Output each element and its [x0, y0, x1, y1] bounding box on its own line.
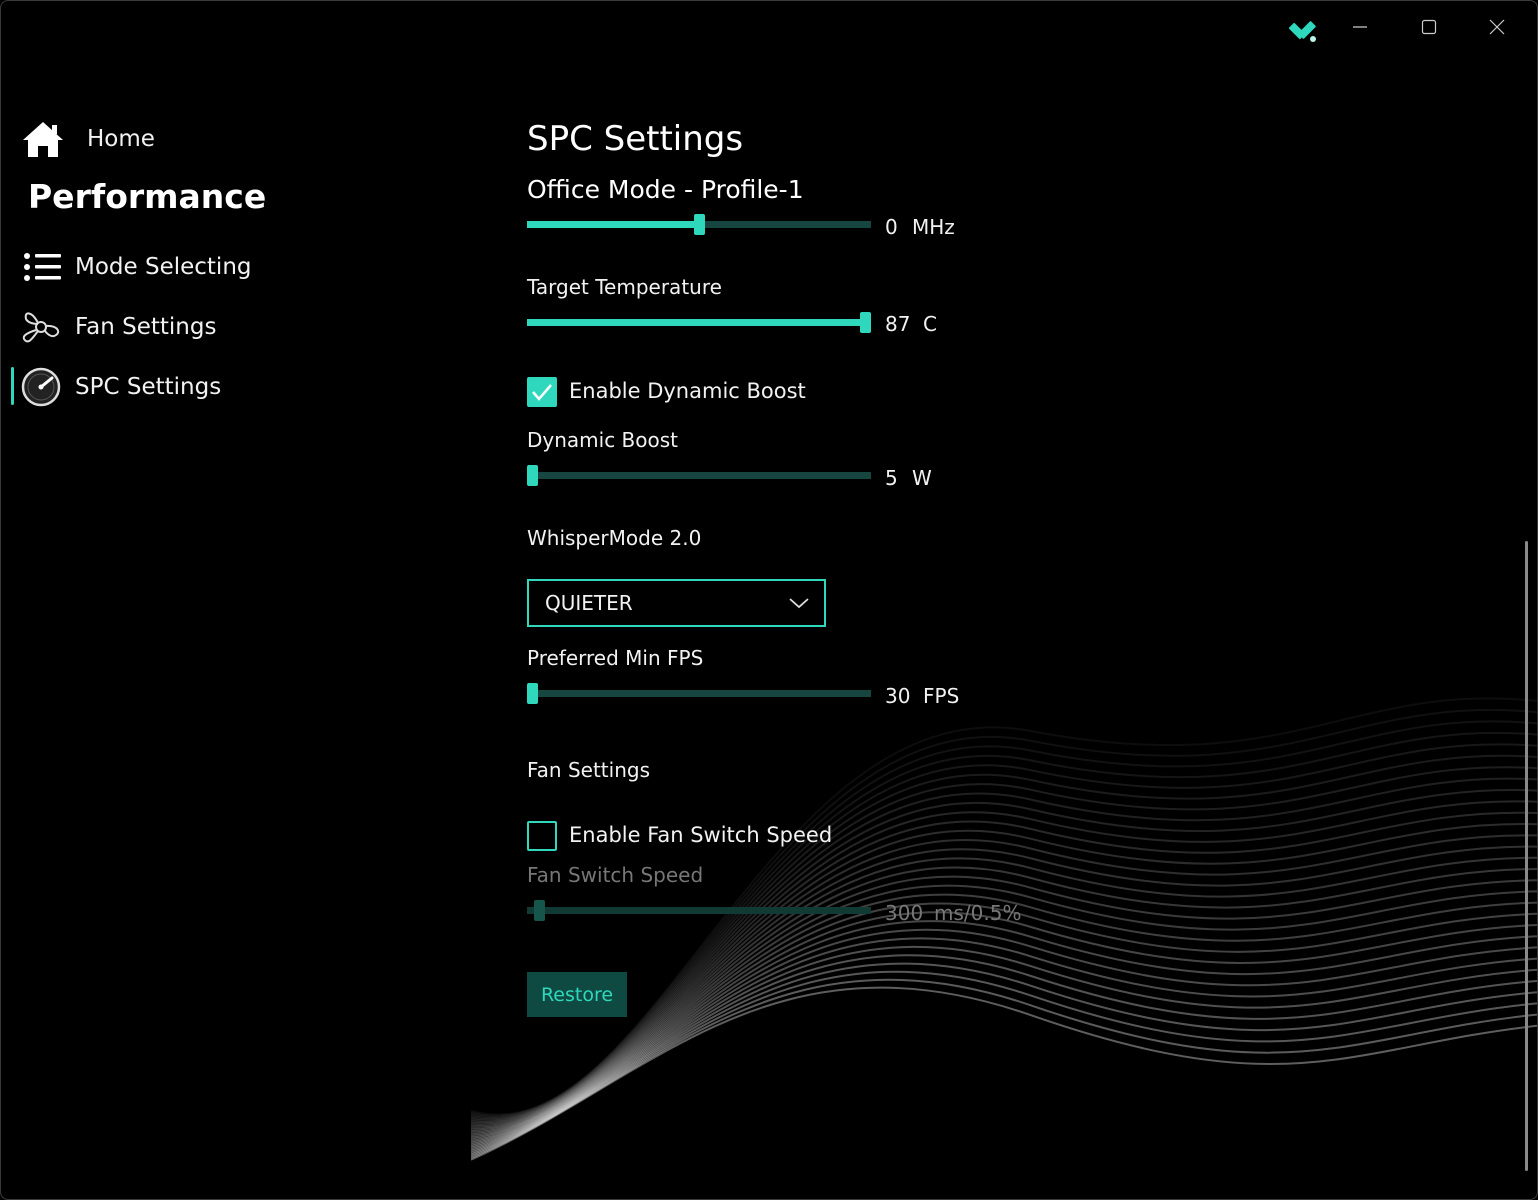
fan-switch-speed-unit: ms/0.5% — [934, 901, 1022, 925]
slider-thumb[interactable] — [527, 465, 538, 486]
preferred-min-fps-value: 30 — [885, 684, 911, 708]
dynamic-boost-label: Dynamic Boost — [527, 428, 679, 452]
sidebar-item-label: Home — [87, 126, 155, 152]
whisper-mode-label: WhisperMode 2.0 — [527, 526, 702, 550]
target-temperature-label: Target Temperature — [527, 275, 722, 299]
slider-fill — [527, 221, 699, 228]
maximize-icon — [1421, 19, 1437, 35]
slider-track — [527, 907, 871, 914]
target-temperature-unit: C — [923, 312, 937, 336]
wave-line — [471, 845, 1537, 1134]
dropdown-selected-value: QUIETER — [545, 591, 633, 615]
sidebar-item-fan-settings[interactable]: Fan Settings — [15, 303, 216, 351]
slider-thumb[interactable] — [533, 900, 545, 921]
fan-switch-speed-value: 300 — [885, 901, 924, 925]
sidebar-item-label: Fan Settings — [75, 314, 217, 340]
wave-line — [471, 800, 1537, 1128]
slider-track — [527, 472, 871, 479]
wrench-screwdriver-icon — [1288, 15, 1321, 45]
page-title: SPC Settings — [527, 119, 744, 159]
enable-fan-switch-speed-checkbox[interactable] — [527, 821, 557, 851]
section-title: Performance — [28, 177, 267, 216]
clock-offset-unit: MHz — [912, 215, 955, 239]
sidebar-item-mode-selecting[interactable]: Mode Selecting — [15, 243, 252, 291]
enable-dynamic-boost-label: Enable Dynamic Boost — [569, 379, 806, 403]
whisper-mode-dropdown[interactable]: QUIETER — [527, 579, 826, 627]
close-icon — [1489, 19, 1505, 35]
selected-indicator — [11, 367, 14, 405]
checkmark-icon — [532, 384, 552, 401]
restore-button[interactable]: Restore — [527, 972, 627, 1017]
sidebar-item-home[interactable]: Home — [17, 115, 155, 163]
slider-fill — [527, 319, 866, 326]
dynamic-boost-unit: W — [912, 466, 932, 490]
sidebar-item-spc-settings[interactable]: SPC Settings — [15, 363, 221, 411]
app-window: Home Performance Mode Selecting Fan Sett… — [0, 0, 1538, 1200]
sidebar-item-label: SPC Settings — [75, 374, 222, 400]
scrollbar[interactable] — [1525, 541, 1528, 1171]
list-icon — [15, 245, 67, 289]
clock-offset-slider[interactable] — [527, 214, 871, 236]
close-button[interactable] — [1474, 9, 1520, 45]
maximize-button[interactable] — [1406, 9, 1452, 45]
fan-icon — [15, 305, 67, 349]
enable-dynamic-boost-checkbox[interactable] — [527, 377, 557, 407]
minimize-icon — [1353, 26, 1367, 28]
slider-track — [527, 690, 871, 697]
fan-settings-heading: Fan Settings — [527, 758, 650, 782]
preferred-min-fps-unit: FPS — [923, 684, 960, 708]
fan-switch-speed-label: Fan Switch Speed — [527, 863, 704, 887]
fan-switch-speed-slider[interactable] — [527, 900, 871, 922]
dynamic-boost-value: 5 — [885, 466, 898, 490]
slider-thumb[interactable] — [860, 312, 871, 333]
chevron-down-icon — [789, 598, 809, 609]
minimize-button[interactable] — [1337, 9, 1383, 45]
slider-thumb[interactable] — [693, 214, 705, 235]
gauge-icon — [15, 365, 67, 409]
preferred-min-fps-slider[interactable] — [527, 683, 871, 705]
enable-fan-switch-speed-label: Enable Fan Switch Speed — [569, 823, 833, 847]
wave-line — [471, 986, 1537, 1161]
home-icon — [17, 117, 69, 161]
target-temperature-slider[interactable] — [527, 312, 871, 334]
target-temperature-value: 87 — [885, 312, 911, 336]
dynamic-boost-slider[interactable] — [527, 465, 871, 487]
profile-title: Office Mode - Profile-1 — [527, 175, 804, 204]
preferred-min-fps-label: Preferred Min FPS — [527, 646, 704, 670]
slider-thumb[interactable] — [527, 683, 538, 704]
sidebar-item-label: Mode Selecting — [75, 254, 252, 280]
clock-offset-value: 0 — [885, 215, 898, 239]
